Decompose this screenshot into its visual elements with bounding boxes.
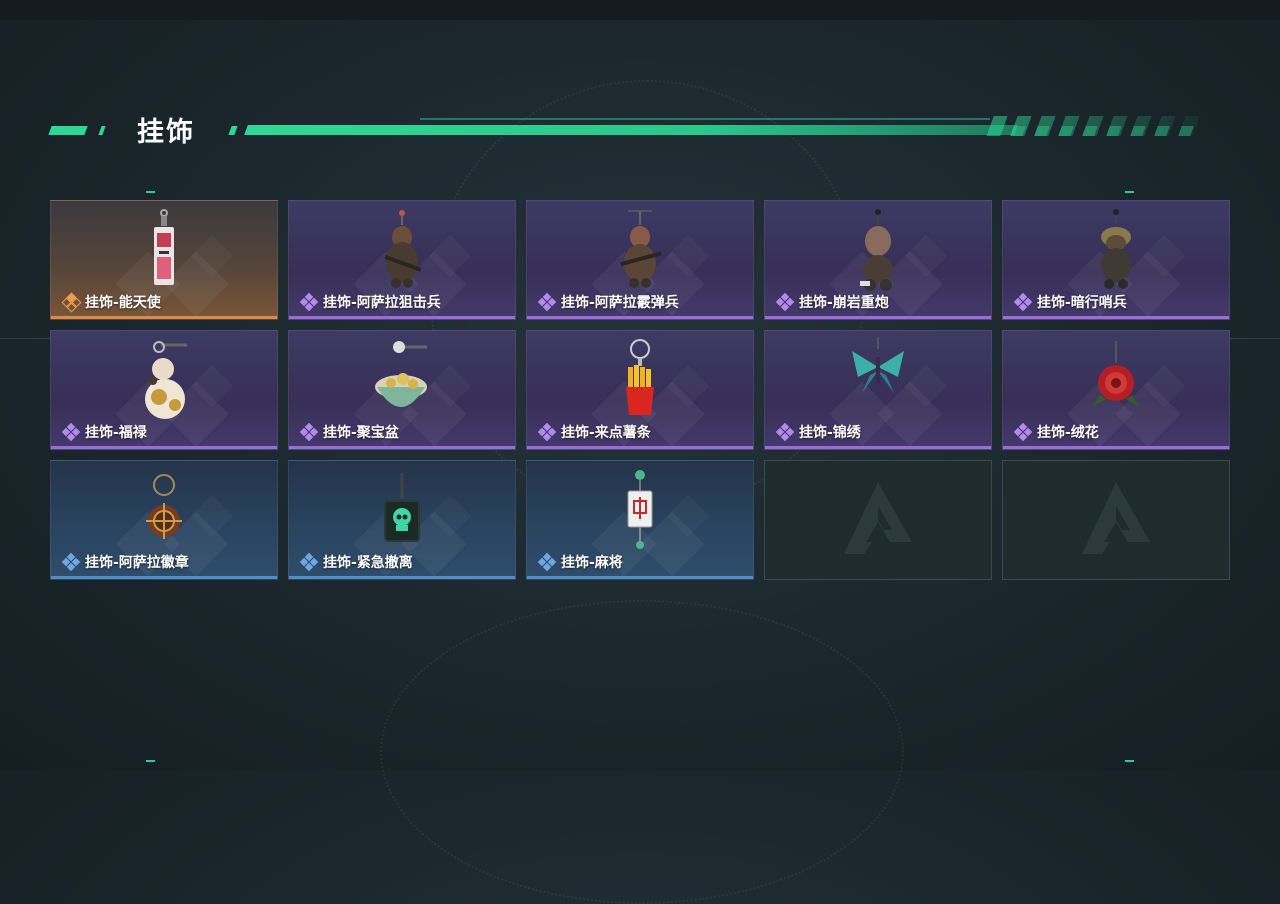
- charm-card[interactable]: 挂饰-麻将: [526, 460, 754, 580]
- rarity-icon: [299, 552, 319, 572]
- charm-card[interactable]: 挂饰-绒花: [1002, 330, 1230, 450]
- charm-name: 挂饰-暗行哨兵: [1037, 295, 1127, 311]
- rarity-icon: [1013, 292, 1033, 312]
- charm-card[interactable]: 挂饰-能天使: [50, 200, 278, 320]
- charm-name: 挂饰-阿萨拉狙击兵: [323, 295, 441, 311]
- side-line: [0, 338, 50, 339]
- empty-slot: [1002, 460, 1230, 580]
- charm-name: 挂饰-崩岩重炮: [799, 295, 889, 311]
- charm-card[interactable]: 挂饰-福禄: [50, 330, 278, 450]
- charm-label: 挂饰-紧急撤离: [299, 552, 413, 572]
- charm-name: 挂饰-紧急撤离: [323, 555, 413, 571]
- charm-card[interactable]: 挂饰-聚宝盆: [288, 330, 516, 450]
- charm-card[interactable]: 挂饰-崩岩重炮: [764, 200, 992, 320]
- charm-label: 挂饰-聚宝盆: [299, 422, 399, 442]
- treasure-bowl-charm-icon: [367, 337, 437, 431]
- charm-name: 挂饰-福禄: [85, 425, 147, 441]
- rarity-icon: [1013, 422, 1033, 442]
- rarity-bar: [289, 576, 515, 579]
- rarity-bar: [765, 446, 991, 449]
- empty-slot: [764, 460, 992, 580]
- rarity-icon: [537, 292, 557, 312]
- rarity-bar: [289, 316, 515, 319]
- rarity-icon: [61, 422, 81, 442]
- charm-grid: 挂饰-能天使 挂饰-阿萨拉狙击兵 挂饰-阿萨拉霰弹兵 挂饰-崩岩重炮 挂饰-暗行哨兵 挂饰…: [50, 200, 1230, 580]
- rarity-icon: [299, 422, 319, 442]
- sentry-charm-icon: [1086, 207, 1146, 301]
- header-accent-bar: [48, 126, 88, 135]
- fries-charm-icon: [620, 337, 660, 431]
- sniper-soldier-charm-icon: [372, 207, 432, 301]
- corner-tick: [1125, 191, 1134, 193]
- butterfly-charm-icon: [848, 337, 908, 411]
- rarity-bar: [1003, 446, 1229, 449]
- rarity-icon: [299, 292, 319, 312]
- charm-name: 挂饰-能天使: [85, 295, 161, 311]
- side-line: [1230, 338, 1280, 339]
- angel-keychain-icon: [144, 207, 184, 301]
- rarity-icon: [537, 552, 557, 572]
- game-logo-icon: [1080, 480, 1152, 560]
- charm-card[interactable]: 挂饰-紧急撤离: [288, 460, 516, 580]
- charm-name: 挂饰-绒花: [1037, 425, 1099, 441]
- charm-name: 挂饰-锦绣: [799, 425, 861, 441]
- skull-tag-charm-icon: [377, 467, 427, 561]
- charm-label: 挂饰-阿萨拉霰弹兵: [537, 292, 679, 312]
- charm-label: 挂饰-暗行哨兵: [1013, 292, 1127, 312]
- rarity-bar: [1003, 316, 1229, 319]
- badge-charm-icon: [139, 467, 189, 561]
- charm-name: 挂饰-来点薯条: [561, 425, 651, 441]
- game-logo-icon: [842, 480, 914, 560]
- charm-card[interactable]: 挂饰-阿萨拉徽章: [50, 460, 278, 580]
- charm-name: 挂饰-阿萨拉徽章: [85, 555, 189, 571]
- rarity-bar: [527, 446, 753, 449]
- charm-card[interactable]: 挂饰-阿萨拉狙击兵: [288, 200, 516, 320]
- bg-ring: [380, 600, 904, 904]
- corner-tick: [146, 191, 155, 193]
- gourd-charm-icon: [129, 337, 199, 431]
- charm-label: 挂饰-阿萨拉徽章: [61, 552, 189, 572]
- header-accent-bar: [228, 126, 238, 135]
- charm-label: 挂饰-福禄: [61, 422, 147, 442]
- charm-label: 挂饰-能天使: [61, 292, 161, 313]
- rarity-icon: [775, 292, 795, 312]
- shotgun-soldier-charm-icon: [610, 207, 670, 301]
- charm-label: 挂饰-阿萨拉狙击兵: [299, 292, 441, 312]
- header-accent-bar: [98, 126, 106, 135]
- charm-label: 挂饰-锦绣: [775, 422, 861, 442]
- charm-name: 挂饰-麻将: [561, 555, 623, 571]
- charm-name: 挂饰-聚宝盆: [323, 425, 399, 441]
- mahjong-tile-charm-icon: [620, 467, 660, 561]
- header-thin-line: [420, 118, 990, 120]
- rarity-icon: [61, 292, 82, 313]
- rarity-bar: [51, 316, 277, 319]
- corner-tick: [146, 760, 155, 762]
- rarity-bar: [51, 446, 277, 449]
- rarity-icon: [537, 422, 557, 442]
- rarity-bar: [765, 316, 991, 319]
- heavy-gunner-charm-icon: [848, 207, 908, 301]
- charm-label: 挂饰-麻将: [537, 552, 623, 572]
- rose-charm-icon: [1086, 337, 1146, 431]
- rarity-icon: [775, 422, 795, 442]
- rarity-bar: [289, 446, 515, 449]
- charm-label: 挂饰-崩岩重炮: [775, 292, 889, 312]
- header-long-bar: [244, 125, 1018, 135]
- rarity-bar: [527, 316, 753, 319]
- top-bar: [0, 0, 1280, 20]
- charm-card[interactable]: 挂饰-锦绣: [764, 330, 992, 450]
- charm-card[interactable]: 挂饰-阿萨拉霰弹兵: [526, 200, 754, 320]
- rarity-icon: [61, 552, 81, 572]
- rarity-bar: [527, 576, 753, 579]
- rarity-bar: [51, 576, 277, 579]
- corner-tick: [1125, 760, 1134, 762]
- charm-name: 挂饰-阿萨拉霰弹兵: [561, 295, 679, 311]
- charm-label: 挂饰-来点薯条: [537, 422, 651, 442]
- charm-label: 挂饰-绒花: [1013, 422, 1099, 442]
- charm-card[interactable]: 挂饰-来点薯条: [526, 330, 754, 450]
- page-title: 挂饰: [137, 117, 195, 148]
- section-header: 挂饰: [48, 108, 1210, 148]
- charm-card[interactable]: 挂饰-暗行哨兵: [1002, 200, 1230, 320]
- header-checker-pattern: [998, 126, 1202, 136]
